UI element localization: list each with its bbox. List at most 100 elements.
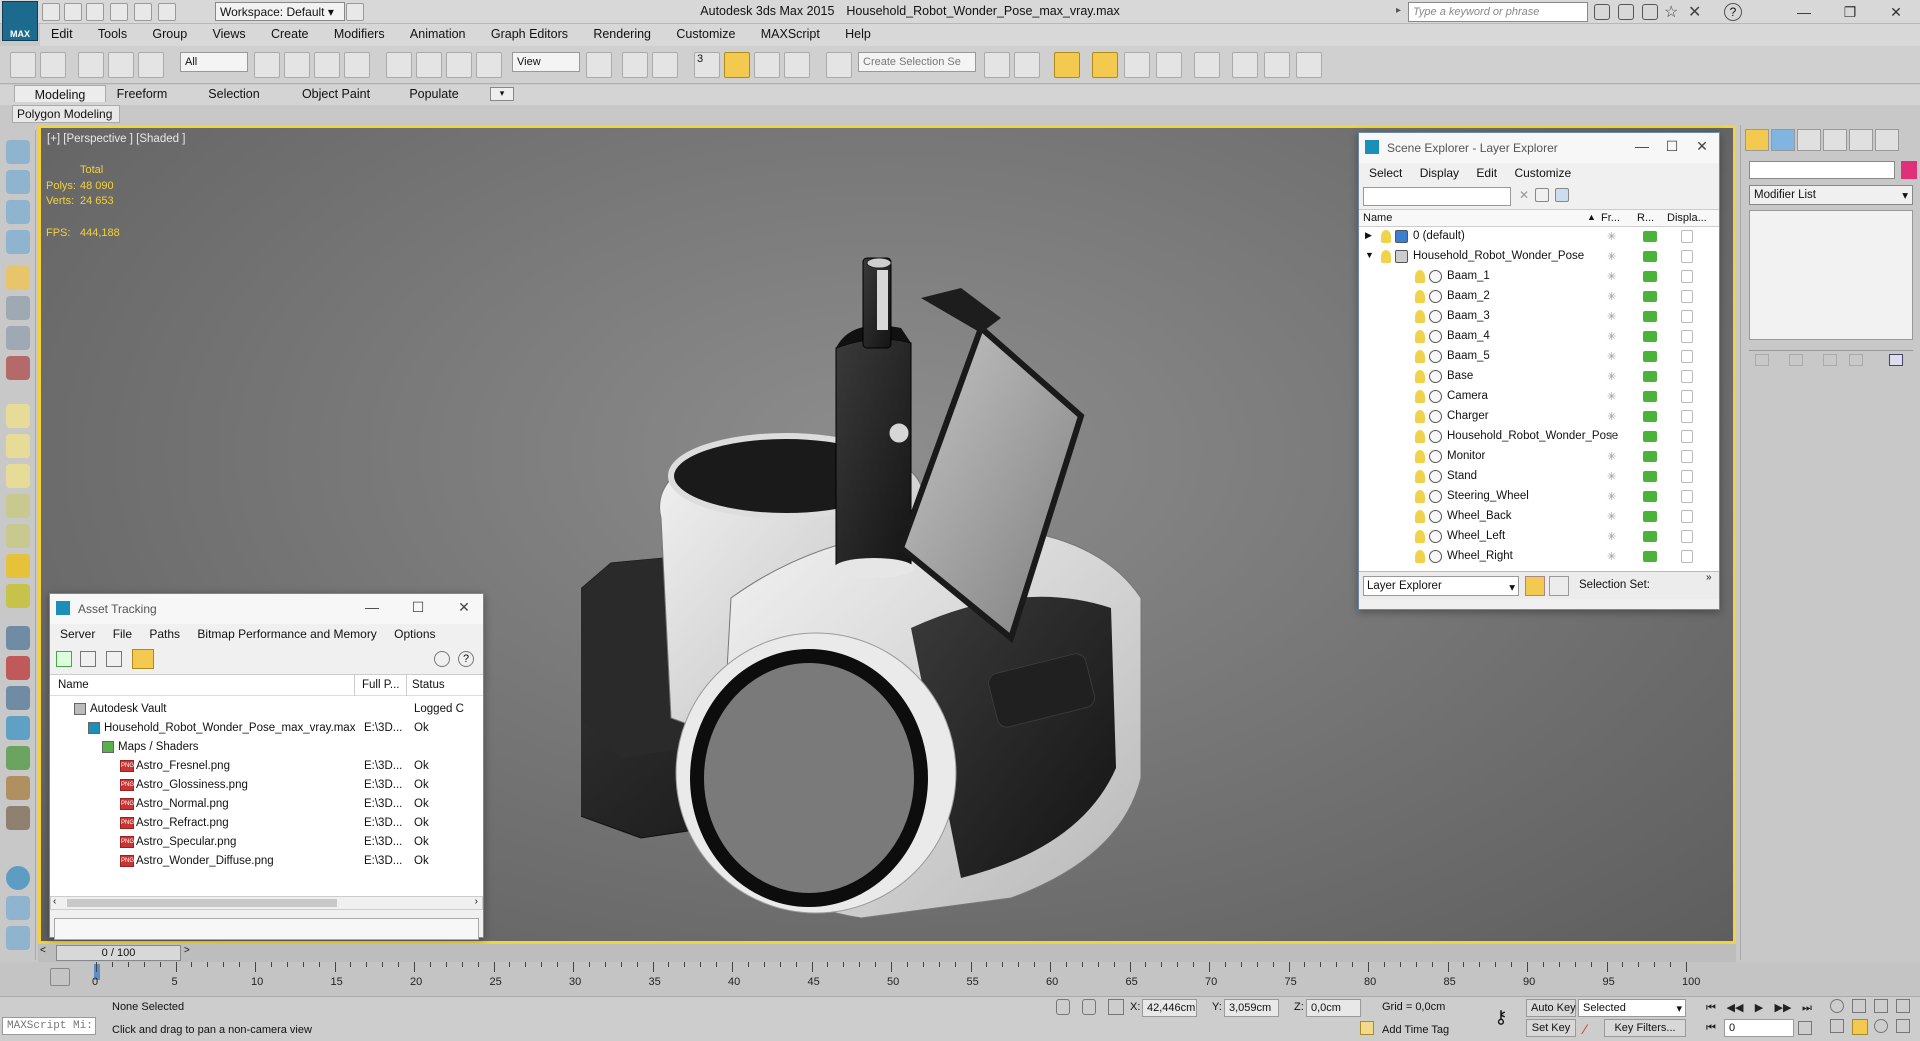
asset-row[interactable]: PNG Astro_Wonder_Diffuse.png E:\3D... Ok: [52, 852, 480, 871]
freeze-icon[interactable]: ✳: [1607, 550, 1619, 563]
layer-row[interactable]: Wheel_Back ✳: [1361, 507, 1717, 527]
crowd-icon[interactable]: [6, 806, 30, 830]
schematic-view-icon[interactable]: [1194, 52, 1220, 78]
select-all-icon[interactable]: [1555, 188, 1569, 202]
menu-tools[interactable]: Tools: [87, 24, 138, 41]
renderable-teapot-icon[interactable]: [1643, 391, 1657, 402]
close-button[interactable]: ✕: [1687, 138, 1717, 155]
selection-filter-dropdown[interactable]: All: [180, 52, 248, 72]
menu-bitmap-performance[interactable]: Bitmap Performance and Memory: [197, 627, 376, 641]
configure-modifier-sets-icon[interactable]: [1889, 354, 1903, 366]
layer-row[interactable]: Steering_Wheel ✳: [1361, 487, 1717, 507]
layer-row[interactable]: Baam_1 ✳: [1361, 267, 1717, 287]
layer-row[interactable]: Baam_5 ✳: [1361, 347, 1717, 367]
layers-icon[interactable]: [1525, 576, 1545, 596]
project-folder-icon[interactable]: [158, 3, 176, 21]
keyboard-shortcut-icon[interactable]: [652, 52, 678, 78]
table-view-icon[interactable]: [132, 649, 154, 669]
visibility-bulb-icon[interactable]: [1415, 290, 1425, 303]
named-selection-dropdown[interactable]: Create Selection Se: [858, 52, 976, 72]
globe-icon[interactable]: [6, 716, 30, 740]
mini-curve-editor-icon[interactable]: [50, 968, 70, 986]
freeze-icon[interactable]: ✳: [1607, 270, 1619, 283]
goto-start-icon[interactable]: ⏮: [1700, 999, 1722, 1017]
toggle-layer-explorer-icon[interactable]: [1092, 52, 1118, 78]
isolate-icon[interactable]: [6, 170, 30, 194]
freeze-icon[interactable]: ✳: [1607, 470, 1619, 483]
scroll-thumb[interactable]: [67, 899, 337, 907]
tab-object-paint[interactable]: Object Paint: [294, 85, 378, 101]
batch-render-icon[interactable]: [6, 926, 30, 950]
column-divider[interactable]: [354, 675, 355, 697]
tab-selection[interactable]: Selection: [196, 85, 272, 101]
help-icon[interactable]: ?: [1724, 3, 1742, 21]
cone-icon[interactable]: [6, 524, 30, 548]
toggle-ribbon-icon[interactable]: [1124, 52, 1150, 78]
percent-snap-icon[interactable]: [754, 52, 780, 78]
set-key-button[interactable]: Set Key: [1526, 1019, 1576, 1037]
visibility-bulb-icon[interactable]: [1415, 270, 1425, 283]
visibility-bulb-icon[interactable]: [1381, 230, 1391, 243]
app-logo[interactable]: MAX: [2, 1, 38, 41]
visibility-bulb-icon[interactable]: [1415, 450, 1425, 463]
absolute-mode-icon[interactable]: [1108, 999, 1124, 1015]
clear-search-icon[interactable]: ✕: [1519, 188, 1529, 202]
redo-icon[interactable]: [134, 3, 152, 21]
expand-icon[interactable]: ▶: [1365, 230, 1372, 241]
particle-icon[interactable]: [6, 656, 30, 680]
display-box-icon[interactable]: [1681, 550, 1693, 563]
isolate-icon[interactable]: [1082, 999, 1096, 1015]
visibility-bulb-icon[interactable]: [1381, 250, 1391, 263]
next-frame-icon[interactable]: >: [184, 945, 190, 956]
robot-model[interactable]: [581, 158, 1301, 944]
target-icon[interactable]: [6, 584, 30, 608]
utilities-tab-icon[interactable]: [1875, 129, 1899, 151]
renderable-teapot-icon[interactable]: [1643, 511, 1657, 522]
layer-row[interactable]: Monitor ✳: [1361, 447, 1717, 467]
set-key-icon[interactable]: ⁄: [1584, 1021, 1600, 1037]
visibility-bulb-icon[interactable]: [1415, 530, 1425, 543]
close-button[interactable]: ✕: [1876, 2, 1916, 22]
display-box-icon[interactable]: [1681, 310, 1693, 323]
menu-edit[interactable]: Edit: [40, 24, 84, 41]
orbit-icon[interactable]: [1874, 1019, 1888, 1033]
scale-icon[interactable]: [446, 52, 472, 78]
modifier-list-dropdown[interactable]: Modifier List ▾: [1749, 185, 1913, 205]
time-slider[interactable]: < 0 / 100 >: [38, 944, 1736, 962]
sphere-icon[interactable]: [6, 464, 30, 488]
hierarchy-icon[interactable]: [6, 686, 30, 710]
add-time-tag-button[interactable]: Add Time Tag: [1382, 1024, 1449, 1036]
reference-coordinate-dropdown[interactable]: View: [512, 52, 580, 72]
rotate-icon[interactable]: [416, 52, 442, 78]
menu-graph-editors[interactable]: Graph Editors: [480, 24, 579, 41]
display-box-icon[interactable]: [1681, 410, 1693, 423]
renderable-teapot-icon[interactable]: [1643, 471, 1657, 482]
tree-view-icon[interactable]: [106, 651, 122, 667]
renderable-teapot-icon[interactable]: [1643, 331, 1657, 342]
freeze-icon[interactable]: ✳: [1607, 370, 1619, 383]
workspace-dropdown[interactable]: Workspace: Default ▾: [215, 2, 345, 21]
horizontal-scrollbar[interactable]: ‹ ›: [50, 896, 483, 910]
asset-path-field[interactable]: [54, 918, 479, 940]
column-name[interactable]: Name: [58, 679, 89, 691]
communication-icon[interactable]: [1642, 4, 1658, 20]
freeze-icon[interactable]: ✳: [1607, 430, 1619, 443]
move-icon[interactable]: [386, 52, 412, 78]
menu-file[interactable]: File: [113, 627, 132, 641]
renderable-teapot-icon[interactable]: [1643, 271, 1657, 282]
display-box-icon[interactable]: [1681, 330, 1693, 343]
foliage-icon[interactable]: [6, 746, 30, 770]
box-icon[interactable]: [6, 404, 30, 428]
minimize-button[interactable]: —: [1784, 2, 1824, 22]
asset-row[interactable]: PNG Astro_Specular.png E:\3D... Ok: [52, 833, 480, 852]
open-file-icon[interactable]: [64, 3, 82, 21]
maximize-button[interactable]: ☐: [1657, 138, 1687, 155]
find-icon[interactable]: [1535, 188, 1549, 202]
renderable-teapot-icon[interactable]: [1643, 451, 1657, 462]
maximize-button[interactable]: ☐: [403, 599, 433, 616]
place-icon[interactable]: [476, 52, 502, 78]
remove-modifier-icon[interactable]: [1849, 354, 1863, 366]
layer-row[interactable]: Base ✳: [1361, 367, 1717, 387]
chevron-down-icon[interactable]: [346, 3, 364, 21]
menu-views[interactable]: Views: [202, 24, 257, 41]
